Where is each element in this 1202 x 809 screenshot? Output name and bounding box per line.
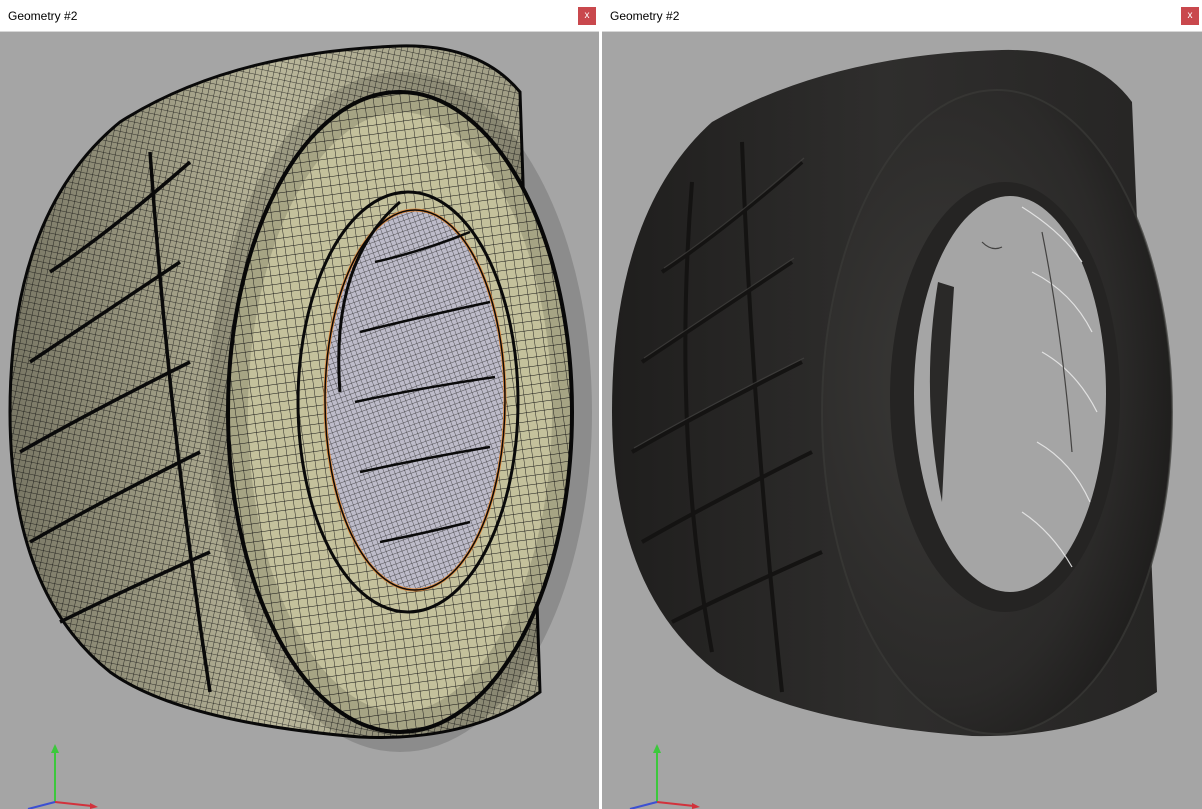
close-pane-button[interactable]: x — [578, 7, 596, 25]
3d-viewport-shaded[interactable] — [602, 32, 1202, 809]
tire-shaded-model[interactable] — [602, 32, 1202, 809]
viewport-pane-right[interactable]: Geometry #2 x — [602, 0, 1202, 809]
close-pane-button[interactable]: x — [1181, 7, 1199, 25]
pane-titlebar: Geometry #2 x — [0, 0, 599, 32]
pane-title: Geometry #2 — [8, 9, 78, 23]
viewport-pane-left[interactable]: Geometry #2 x — [0, 0, 599, 809]
xyz-axes-icon — [27, 744, 98, 809]
3d-viewport-wireframe[interactable] — [0, 32, 599, 809]
xyz-axes-icon — [629, 744, 700, 809]
pane-titlebar: Geometry #2 x — [602, 0, 1202, 32]
pane-title: Geometry #2 — [610, 9, 680, 23]
tire-mesh-model[interactable] — [0, 32, 599, 809]
